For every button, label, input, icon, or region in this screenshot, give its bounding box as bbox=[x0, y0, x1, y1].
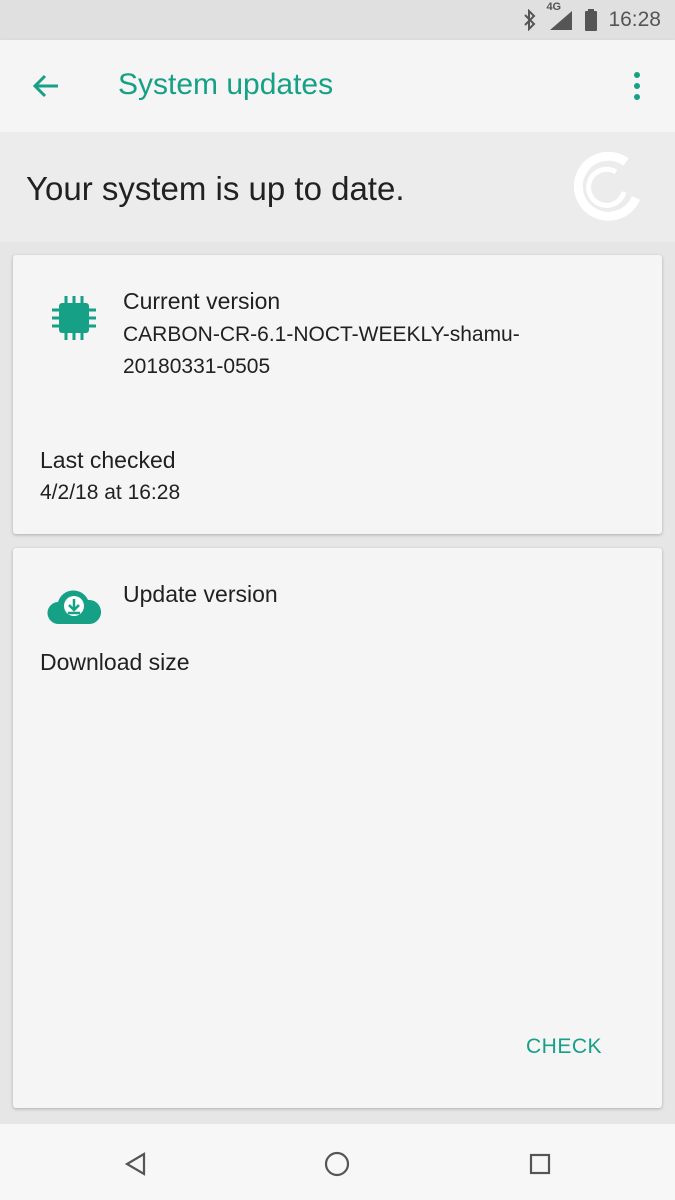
signal-icon: 4G bbox=[546, 1, 574, 31]
nav-recents-icon[interactable] bbox=[520, 1144, 560, 1184]
status-time: 16:28 bbox=[608, 8, 661, 31]
status-header: Your system is up to date. bbox=[0, 132, 675, 242]
network-type: 4G bbox=[546, 1, 562, 13]
current-version-card: Current version CARBON-CR-6.1-NOCT-WEEKL… bbox=[13, 255, 662, 534]
battery-icon bbox=[584, 8, 598, 32]
status-bar: 4G 16:28 bbox=[0, 0, 675, 40]
last-checked-value: 4/2/18 at 16:28 bbox=[40, 481, 181, 504]
page-title: System updates bbox=[118, 68, 334, 101]
carbon-logo-icon bbox=[570, 148, 646, 229]
check-button[interactable]: CHECK bbox=[526, 1035, 602, 1059]
update-status-headline: Your system is up to date. bbox=[26, 170, 405, 207]
nav-home-icon[interactable] bbox=[317, 1144, 357, 1184]
nav-back-icon[interactable] bbox=[116, 1144, 156, 1184]
cloud-download-icon bbox=[47, 586, 102, 631]
app-bar: System updates bbox=[0, 40, 675, 132]
update-version-card: Update version Download size CHECK bbox=[13, 548, 662, 1108]
last-checked-label: Last checked bbox=[40, 447, 176, 473]
current-version-line1: CARBON-CR-6.1-NOCT-WEEKLY-shamu- bbox=[123, 323, 520, 346]
arrow-back-icon[interactable] bbox=[28, 68, 64, 104]
more-vert-icon[interactable] bbox=[617, 66, 657, 106]
bluetooth-icon bbox=[522, 9, 538, 31]
download-size-label: Download size bbox=[40, 649, 190, 675]
current-version-line2: 20180331-0505 bbox=[123, 355, 271, 378]
chip-icon bbox=[49, 293, 99, 348]
current-version-label: Current version bbox=[123, 288, 281, 314]
current-version-value: CARBON-CR-6.1-NOCT-WEEKLY-shamu- 2018033… bbox=[123, 319, 520, 383]
navigation-bar bbox=[0, 1124, 675, 1200]
update-version-label: Update version bbox=[123, 581, 278, 607]
